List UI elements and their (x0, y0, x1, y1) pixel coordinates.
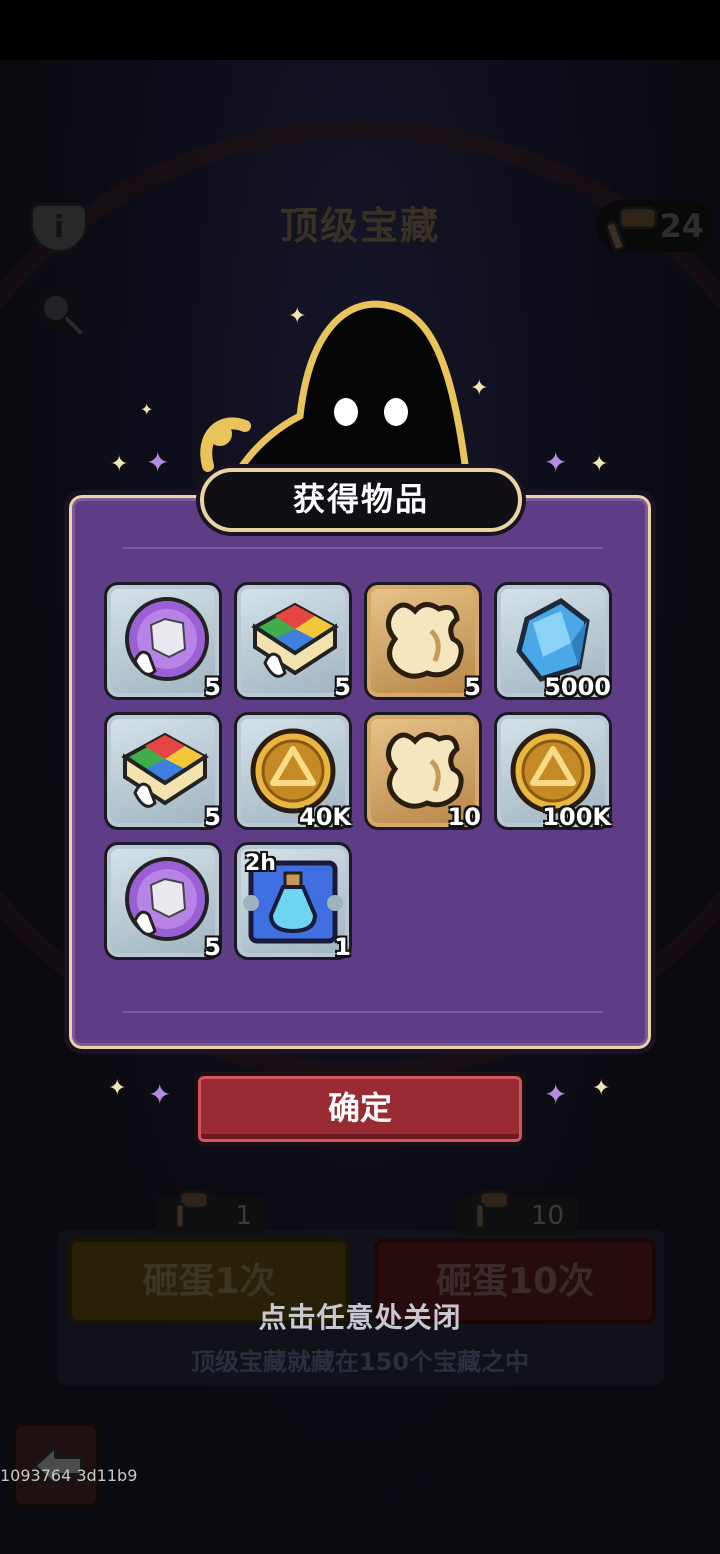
sparkle-icon: ✦ (140, 400, 154, 419)
panel-title-text: 获得物品 (292, 480, 429, 518)
reward-item[interactable]: 10 (364, 712, 482, 831)
reward-count: 1 (334, 933, 351, 961)
sparkle-icon: ✦ (148, 1078, 172, 1111)
reward-item[interactable]: 5 (364, 582, 482, 701)
reward-count: 5 (204, 673, 221, 701)
puzzle-piece-icon (386, 602, 464, 679)
reward-item[interactable]: 5 (104, 582, 222, 701)
reward-item[interactable]: 5000 (494, 582, 612, 701)
reward-item[interactable]: 100K (494, 712, 612, 831)
reward-count: 10 (447, 803, 481, 831)
sparkle-icon: ✦ (544, 446, 568, 479)
panel-divider (123, 547, 603, 549)
sparkle-icon: ✦ (470, 376, 489, 401)
reward-item[interactable]: 40K (234, 712, 352, 831)
reward-item[interactable]: 2h 1 (234, 842, 352, 961)
close-hint: 点击任意处关闭 (258, 1301, 462, 1334)
confirm-button[interactable]: 确定 (194, 1072, 526, 1146)
panel-title: 获得物品 (200, 468, 522, 532)
reward-item[interactable]: 5 (234, 582, 352, 701)
reward-count: 40K (299, 803, 351, 831)
rainbow-book-icon (121, 732, 209, 808)
reward-count: 100K (542, 803, 611, 831)
panel-divider (123, 1011, 603, 1013)
game-scene[interactable]: 顶级宝藏 i 24 1 10 砸蛋1次 砸蛋10次 顶级宝藏就藏在150个宝藏之… (0, 60, 720, 1554)
sparkle-icon: ✦ (288, 304, 307, 329)
purple-sculpture-orb-icon (125, 857, 209, 941)
reward-item[interactable]: 5 (104, 712, 222, 831)
reward-count: 5 (464, 673, 481, 701)
sparkle-icon: ✦ (146, 446, 170, 479)
duration-badge: 2h (245, 851, 276, 876)
sparkle-icon: ✦ (108, 1076, 127, 1101)
sparkle-icon: ✦ (592, 1076, 611, 1101)
debug-build-text: 1093764 3d11b9 (0, 1466, 138, 1485)
sparkle-icon: ✦ (544, 1078, 568, 1111)
reward-count: 5000 (544, 673, 611, 701)
reward-count: 5 (204, 933, 221, 961)
sparkle-icon: ✦ (590, 452, 609, 477)
rainbow-book-icon (251, 602, 339, 678)
reward-count: 5 (334, 673, 351, 701)
reward-item[interactable]: 5 (104, 842, 222, 961)
reward-count: 5 (204, 803, 221, 831)
purple-sculpture-orb-icon (125, 597, 209, 681)
sparkle-icon: ✦ (110, 452, 129, 477)
